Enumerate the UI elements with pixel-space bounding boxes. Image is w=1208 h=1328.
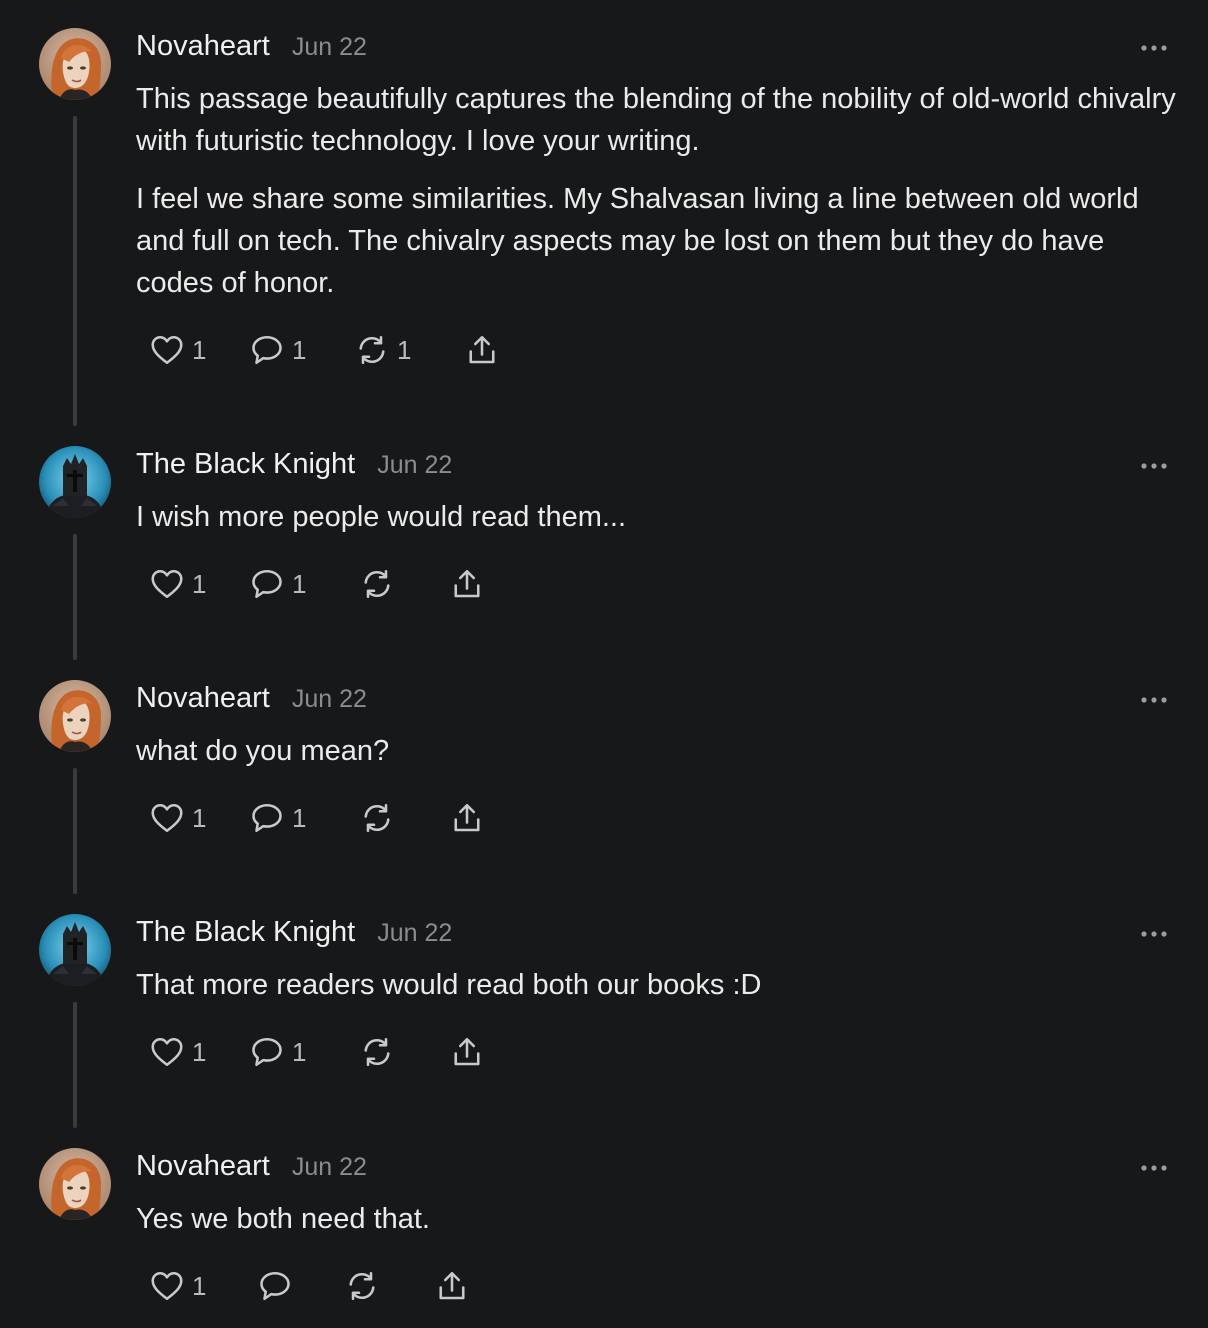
heart-icon [148, 1268, 186, 1304]
comment-thread: Novaheart Jun 22 This passage beautifully … [0, 0, 1208, 1328]
like-button[interactable]: 1 [148, 1264, 206, 1308]
comment-date[interactable]: Jun 22 [292, 33, 367, 62]
reply-button[interactable]: 1 [248, 562, 306, 606]
share-button[interactable] [448, 1030, 486, 1074]
more-options-icon[interactable] [1136, 922, 1172, 946]
comment-body: what do you mean? [136, 730, 1176, 788]
restack-count: 1 [397, 334, 412, 365]
restack-button[interactable]: 1 [353, 328, 411, 372]
like-count: 1 [192, 334, 207, 365]
replie-count: 1 [292, 568, 307, 599]
restack-button[interactable] [358, 796, 396, 840]
author-name[interactable]: Novaheart [136, 682, 270, 715]
comment-header: Novaheart Jun 22 [136, 1150, 367, 1190]
like-button[interactable]: 1 [148, 796, 206, 840]
comment-header: The Black Knight Jun 22 [136, 916, 452, 956]
comment-paragraph: That more readers would read both our bo… [136, 969, 762, 1001]
share-button[interactable] [448, 562, 486, 606]
more-options-icon[interactable] [1136, 1156, 1172, 1180]
like-button[interactable]: 1 [148, 328, 206, 372]
comment-bubble-icon [248, 332, 286, 368]
comment-header: Novaheart Jun 22 [136, 30, 367, 70]
heart-icon [148, 1034, 186, 1070]
reply-button[interactable]: 1 [248, 1030, 306, 1074]
heart-icon [148, 566, 186, 602]
comment-date[interactable]: Jun 22 [377, 919, 452, 948]
comment-date[interactable]: Jun 22 [292, 685, 367, 714]
like-count: 1 [192, 1036, 207, 1067]
black-knight-avatar[interactable] [39, 446, 111, 518]
comment-bubble-icon [256, 1268, 294, 1304]
more-options-icon[interactable] [1136, 688, 1172, 712]
novaheart-avatar[interactable] [39, 28, 111, 100]
comment-bubble-icon [248, 1034, 286, 1070]
more-options-icon[interactable] [1136, 454, 1172, 478]
comment-paragraph: Yes we both need that. [136, 1203, 430, 1235]
novaheart-avatar[interactable] [39, 1148, 111, 1220]
thread-line [73, 116, 77, 426]
thread-line [73, 1002, 77, 1128]
share-upload-icon [448, 566, 486, 602]
like-count: 1 [192, 802, 207, 833]
share-upload-icon [448, 800, 486, 836]
like-button[interactable]: 1 [148, 562, 206, 606]
author-name[interactable]: The Black Knight [136, 916, 355, 949]
comment-body: I wish more people would read them... [136, 496, 1176, 554]
share-upload-icon [448, 1034, 486, 1070]
comment-bubble-icon [248, 566, 286, 602]
like-button[interactable]: 1 [148, 1030, 206, 1074]
thread-line [73, 534, 77, 660]
reply-button[interactable]: 1 [248, 328, 306, 372]
comment-header: The Black Knight Jun 22 [136, 448, 452, 488]
heart-icon [148, 332, 186, 368]
author-name[interactable]: Novaheart [136, 30, 270, 63]
comment: The Black Knight Jun 22 That more readers … [0, 886, 1208, 1128]
comment: Novaheart Jun 22 This passage beautifully … [0, 0, 1208, 426]
restack-button[interactable] [358, 562, 396, 606]
replie-count: 1 [292, 334, 307, 365]
restack-arrows-icon [353, 332, 391, 368]
comment-date[interactable]: Jun 22 [292, 1153, 367, 1182]
replie-count: 1 [292, 1036, 307, 1067]
restack-arrows-icon [358, 1034, 396, 1070]
more-options-icon[interactable] [1136, 36, 1172, 60]
share-button[interactable] [463, 328, 501, 372]
comment-paragraph: I feel we share some similarities. My Sh… [136, 183, 1139, 299]
restack-button[interactable] [343, 1264, 381, 1308]
author-name[interactable]: The Black Knight [136, 448, 355, 481]
comment: The Black Knight Jun 22 I wish more people… [0, 418, 1208, 660]
reply-button[interactable]: 1 [248, 796, 306, 840]
like-count: 1 [192, 1270, 207, 1301]
comment-body: This passage beautifully captures the bl… [136, 78, 1176, 320]
reply-button[interactable] [256, 1264, 294, 1308]
like-count: 1 [192, 568, 207, 599]
comment-date[interactable]: Jun 22 [377, 451, 452, 480]
share-upload-icon [463, 332, 501, 368]
novaheart-avatar[interactable] [39, 680, 111, 752]
comment: Novaheart Jun 22 what do you mean? 1 1 [0, 652, 1208, 894]
comment-paragraph: I wish more people would read them... [136, 501, 627, 533]
comment: Novaheart Jun 22 Yes we both need that. 1 [0, 1120, 1208, 1328]
share-button[interactable] [448, 796, 486, 840]
comment-body: Yes we both need that. [136, 1198, 1176, 1256]
comment-body: That more readers would read both our bo… [136, 964, 1176, 1022]
comment-paragraph: This passage beautifully captures the bl… [136, 83, 1176, 157]
thread-line [73, 768, 77, 894]
heart-icon [148, 800, 186, 836]
comment-bubble-icon [248, 800, 286, 836]
share-upload-icon [433, 1268, 471, 1304]
restack-arrows-icon [343, 1268, 381, 1304]
restack-arrows-icon [358, 566, 396, 602]
author-name[interactable]: Novaheart [136, 1150, 270, 1183]
share-button[interactable] [433, 1264, 471, 1308]
comment-header: Novaheart Jun 22 [136, 682, 367, 722]
comment-paragraph: what do you mean? [136, 735, 390, 767]
replie-count: 1 [292, 802, 307, 833]
black-knight-avatar[interactable] [39, 914, 111, 986]
restack-arrows-icon [358, 800, 396, 836]
restack-button[interactable] [358, 1030, 396, 1074]
